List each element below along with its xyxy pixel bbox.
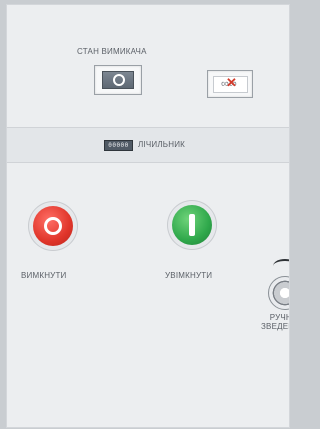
on-button-label: УВІМКНУТИ bbox=[165, 271, 213, 280]
switchgear-panel: СТАН ВИМИКАЧА ∞∞ ✕ 00000 ЛІЧИЛЬНИК ВИМКН… bbox=[6, 4, 290, 428]
breaker-off-icon: ∞∞ ✕ bbox=[213, 75, 248, 93]
power-on-icon bbox=[189, 214, 195, 236]
counter-display: 00000 bbox=[104, 140, 133, 151]
manual-charge-label-line1: РУЧНЕ bbox=[269, 313, 289, 322]
cross-icon: ✕ bbox=[226, 75, 237, 90]
breaker-status-title: СТАН ВИМИКАЧА bbox=[77, 47, 147, 56]
off-button[interactable] bbox=[33, 206, 73, 246]
rotate-arrow-icon bbox=[273, 259, 289, 273]
counter-label: ЛІЧИЛЬНИК bbox=[138, 140, 186, 149]
breaker-on-icon bbox=[102, 71, 134, 89]
breaker-off-indicator: ∞∞ ✕ bbox=[207, 70, 253, 98]
manual-charge-label-line2: ЗВЕДЕННЯ bbox=[261, 322, 289, 331]
power-off-icon bbox=[44, 217, 62, 235]
ring-icon bbox=[113, 74, 125, 86]
manual-charge-label: РУЧНЕ ЗВЕДЕННЯ bbox=[261, 313, 289, 331]
manual-charge-knob[interactable] bbox=[268, 276, 289, 310]
breaker-on-indicator bbox=[94, 65, 142, 95]
on-button[interactable] bbox=[172, 205, 212, 245]
off-button-label: ВИМКНУТИ bbox=[21, 271, 67, 280]
